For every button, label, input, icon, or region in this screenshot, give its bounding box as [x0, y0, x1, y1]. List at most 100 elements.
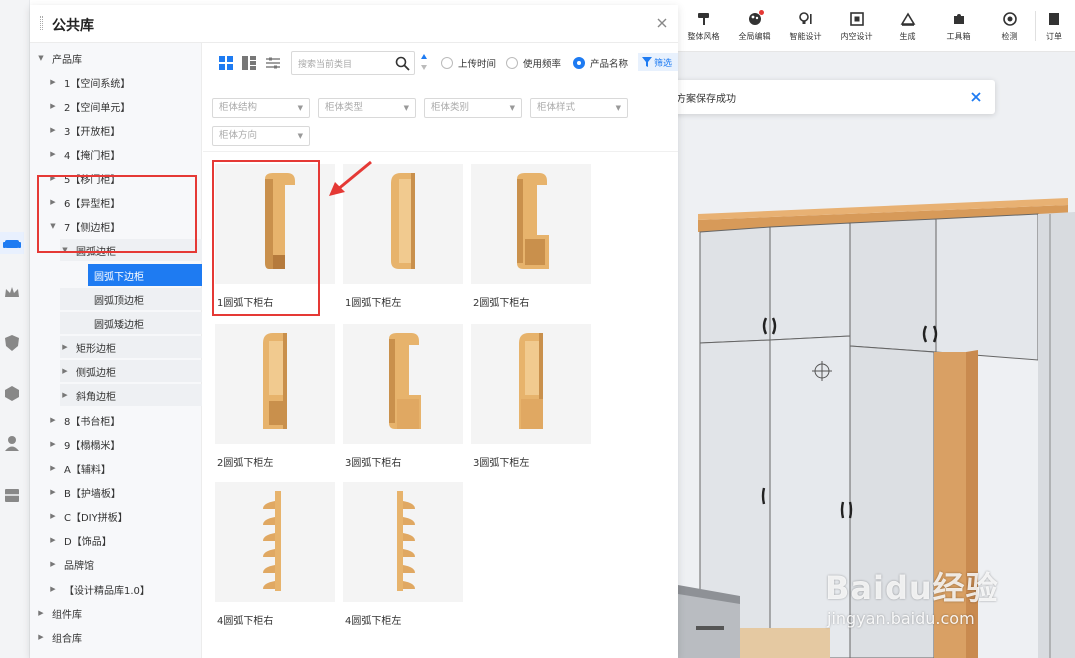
target-icon [1002, 11, 1017, 26]
annotation-highlight-box [212, 160, 320, 316]
toolbar-check-button[interactable]: 检测 [984, 0, 1035, 52]
caret-down-icon: ▼ [403, 104, 409, 112]
product-card[interactable]: 4圆弧下柜右 [215, 482, 335, 627]
toolbar-generate-button[interactable]: 生成 [882, 0, 933, 52]
cabinet-category-dropdown[interactable]: 柜体类别 ▼ [424, 98, 522, 118]
sort-order-icon[interactable] [420, 53, 428, 71]
drag-handle-icon[interactable] [40, 16, 43, 30]
product-name: 4圆弧下柜左 [345, 616, 402, 627]
dialog-header[interactable]: 公共库 [30, 5, 678, 43]
sort-upload-time-radio[interactable]: 上传时间 [441, 56, 496, 70]
tree-node[interactable]: ▶ D【饰品】 [48, 529, 198, 551]
toolbar-inner-design-button[interactable]: 内空设计 [831, 0, 882, 52]
cabinet-structure-dropdown[interactable]: 柜体结构 ▼ [212, 98, 310, 118]
chevron-right-icon[interactable]: ▶ [48, 102, 58, 110]
chevron-right-icon[interactable]: ▶ [36, 609, 46, 617]
chevron-right-icon[interactable]: ▶ [48, 150, 58, 158]
tree-node[interactable]: 圆弧顶边柜 [60, 288, 202, 310]
cabinet-thumbnail-image [389, 333, 421, 429]
chevron-right-icon[interactable]: ▶ [48, 560, 58, 568]
chevron-right-icon[interactable]: ▶ [60, 391, 70, 399]
badge-icon[interactable] [0, 332, 24, 354]
toolbar-order-button[interactable]: 订单 [1036, 0, 1072, 52]
tree-node[interactable]: ▶ 9【榻榻米】 [48, 433, 198, 455]
product-name: 3圆弧下柜左 [473, 458, 530, 469]
cabinet-direction-dropdown[interactable]: 柜体方向 ▼ [212, 126, 310, 146]
product-name: 3圆弧下柜右 [345, 458, 402, 469]
left-tool-strip [0, 0, 30, 658]
tree-node[interactable]: ▶ C【DIY拼板】 [48, 505, 198, 527]
toolbar-label: 订单 [1046, 31, 1062, 41]
tree-node-product-library[interactable]: ▼ 产品库 [36, 47, 200, 69]
toolbar-style-button[interactable]: 整体风格 [678, 0, 729, 52]
chevron-right-icon[interactable]: ▶ [48, 78, 58, 86]
paint-roller-icon [697, 12, 709, 25]
chevron-right-icon[interactable]: ▶ [36, 633, 46, 641]
tree-node[interactable]: ▶ 2【空间单元】 [48, 95, 198, 117]
user-icon[interactable] [0, 432, 24, 454]
sort-product-name-radio[interactable]: 产品名称 [573, 56, 628, 70]
toolbar-label: 生成 [899, 31, 916, 41]
tree-node[interactable]: ▶ 3【开放柜】 [48, 119, 198, 141]
list-settings-icon[interactable] [266, 56, 280, 70]
category-tree: ▼ 产品库 ▶ 1【空间系统】 ▶ 2【空间单元】 ▶ 3【开放柜】 ▶ 4【掩门柜】 ▶… [30, 43, 202, 658]
product-card[interactable]: 3圆弧下柜左 [471, 324, 591, 469]
sort-frequency-radio[interactable]: 使用频率 [506, 56, 561, 70]
tree-node[interactable]: ▶ A【辅料】 [48, 457, 198, 479]
annotation-arrow-icon [329, 160, 372, 196]
search-input[interactable]: 搜索当前类目 [291, 51, 415, 75]
tree-node-component-library[interactable]: ▶ 组件库 [36, 602, 200, 624]
tree-node[interactable]: ▶ 【设计精品库1.0】 [48, 578, 198, 600]
chevron-right-icon[interactable]: ▶ [48, 512, 58, 520]
tree-node[interactable]: 圆弧矮边柜 [60, 312, 202, 334]
cabinet-thumbnail-image [263, 491, 281, 591]
cube-icon[interactable] [0, 382, 24, 404]
close-icon[interactable] [969, 90, 983, 104]
close-icon[interactable] [656, 17, 668, 29]
tree-node[interactable]: ▶ 斜角边柜 [60, 384, 202, 406]
chevron-right-icon[interactable]: ▶ [48, 440, 58, 448]
toolbar-global-edit-button[interactable]: 全局编辑 [729, 0, 780, 52]
chevron-right-icon[interactable]: ▶ [48, 488, 58, 496]
product-card[interactable]: 2圆弧下柜右 [471, 164, 591, 309]
caret-down-icon: ▼ [509, 104, 515, 112]
tree-node[interactable]: ▶ 品牌馆 [48, 553, 198, 575]
product-card[interactable]: 4圆弧下柜左 [343, 482, 463, 627]
toolbar-toolbox-button[interactable]: 工具箱 [933, 0, 984, 52]
filter-button[interactable]: 筛选 [638, 53, 678, 71]
tree-node[interactable]: ▶ B【护墙板】 [48, 481, 198, 503]
sofa-icon[interactable] [0, 232, 24, 254]
toolbar-smart-design-button[interactable]: 智能设计 [780, 0, 831, 52]
chevron-right-icon[interactable]: ▶ [48, 464, 58, 472]
toolbar-label: 工具箱 [946, 31, 971, 41]
tree-node[interactable]: ▶ 1【空间系统】 [48, 71, 198, 93]
puzzle-icon [953, 13, 964, 24]
crown-icon[interactable] [0, 282, 24, 304]
product-card[interactable]: 2圆弧下柜左 [215, 324, 335, 469]
cabinet-thumbnail-image [397, 491, 415, 591]
notification-dot [759, 10, 764, 15]
search-placeholder: 搜索当前类目 [298, 60, 353, 70]
cabinet-style-dropdown[interactable]: 柜体样式 ▼ [530, 98, 628, 118]
chevron-right-icon[interactable]: ▶ [48, 536, 58, 544]
tree-node-combination-library[interactable]: ▶ 组合库 [36, 626, 200, 648]
product-card[interactable]: 3圆弧下柜右 [343, 324, 463, 469]
chevron-down-icon[interactable]: ▼ [36, 54, 46, 62]
split-view-icon[interactable] [242, 56, 256, 70]
grid-view-icon[interactable] [219, 56, 233, 70]
caret-down-icon: ▼ [615, 104, 621, 112]
chevron-right-icon[interactable]: ▶ [48, 126, 58, 134]
tree-node[interactable]: ▶ 4【掩门柜】 [48, 143, 198, 165]
chevron-right-icon[interactable]: ▶ [60, 367, 70, 375]
cabinet-icon[interactable] [0, 484, 24, 506]
chevron-right-icon[interactable]: ▶ [48, 585, 58, 593]
chevron-right-icon[interactable]: ▶ [60, 343, 70, 351]
search-icon[interactable] [395, 56, 410, 71]
tree-node[interactable]: ▶ 侧弧边柜 [60, 360, 202, 382]
tree-node-arc-lower-cabinet[interactable]: 圆弧下边柜 [88, 264, 202, 286]
toolbar-label: 检测 [1001, 31, 1018, 41]
tree-node[interactable]: ▶ 8【书台柜】 [48, 409, 198, 431]
chevron-right-icon[interactable]: ▶ [48, 416, 58, 424]
cabinet-type-dropdown[interactable]: 柜体类型 ▼ [318, 98, 416, 118]
tree-node[interactable]: ▶ 矩形边柜 [60, 336, 202, 358]
